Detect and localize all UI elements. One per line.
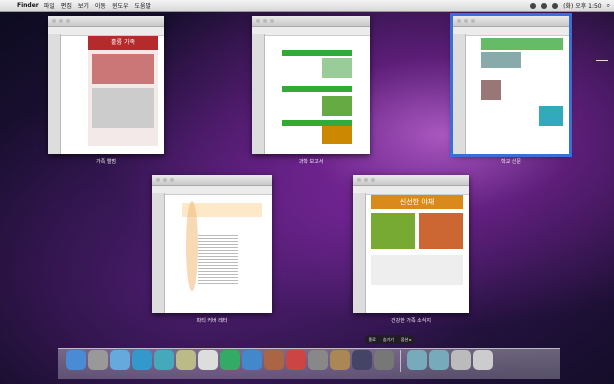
volume-icon[interactable] <box>541 2 548 9</box>
window-family-album[interactable]: 훌륭 가족 <box>48 16 164 154</box>
quit-button[interactable]: 종료 <box>368 337 375 343</box>
menu-item-view[interactable]: 보기 <box>78 1 89 10</box>
keynote-icon[interactable] <box>308 350 328 370</box>
window-health-newsletter[interactable]: 신선한 야채 <box>353 175 469 313</box>
apps-folder-icon[interactable] <box>407 350 427 370</box>
imovie-icon[interactable] <box>264 350 284 370</box>
sysprefs-icon[interactable] <box>374 350 394 370</box>
pointer-line <box>596 60 608 61</box>
menu-item-help[interactable]: 도움말 <box>135 1 152 10</box>
doc-title: 신선한 야채 <box>371 195 463 209</box>
window-label: 학교 신문 <box>501 159 521 165</box>
menu-item-file[interactable]: 파일 <box>44 1 55 10</box>
window-label: 과학 보고서 <box>298 159 324 165</box>
menu-item-window[interactable]: 윈도우 <box>112 1 129 10</box>
itunes-icon[interactable] <box>242 350 262 370</box>
menu-app-name[interactable]: Finder <box>17 2 39 9</box>
documents-folder-icon[interactable] <box>429 350 449 370</box>
menu-item-edit[interactable]: 편집 <box>61 1 72 10</box>
menu-item-go[interactable]: 이동 <box>95 1 106 10</box>
timemachine-icon[interactable] <box>352 350 372 370</box>
doc-title: 훌륭 가족 <box>88 36 158 50</box>
ical-icon[interactable] <box>198 350 218 370</box>
wifi-icon[interactable] <box>530 2 537 9</box>
window-label: 파티 커버 레터 <box>196 318 228 324</box>
window-label: 가족 앨범 <box>96 159 116 165</box>
options-button[interactable]: 옵션 ▸ <box>401 337 412 343</box>
document-stack-icon[interactable] <box>451 350 471 370</box>
safari-icon[interactable] <box>132 350 152 370</box>
menu-bar: Finder 파일 편집 보기 이동 윈도우 도움말 (화) 오후 1:50 ⌕ <box>0 0 614 12</box>
dock-icons <box>66 350 493 372</box>
window-school-newspaper[interactable] <box>450 13 572 157</box>
window-science-report[interactable] <box>252 16 370 154</box>
garageband-icon[interactable] <box>330 350 350 370</box>
hide-button[interactable]: 숨기기 <box>383 337 394 343</box>
ichat-icon[interactable] <box>154 350 174 370</box>
clock[interactable]: (화) 오후 1:50 <box>563 1 602 10</box>
pages-icon[interactable] <box>286 350 306 370</box>
photo-icon[interactable] <box>220 350 240 370</box>
finder-icon[interactable] <box>66 350 86 370</box>
address-book-icon[interactable] <box>176 350 196 370</box>
window-toolbar <box>48 16 164 27</box>
window-label: 건강한 가족 소식지 <box>391 318 431 324</box>
dashboard-icon[interactable] <box>88 350 108 370</box>
spotlight-icon[interactable]: ⌕ <box>607 2 610 10</box>
window-party-cover-letter[interactable] <box>152 175 272 313</box>
battery-icon[interactable] <box>552 2 559 9</box>
mail-icon[interactable] <box>110 350 130 370</box>
window-sidebar <box>48 34 61 154</box>
trash-icon[interactable] <box>473 350 493 370</box>
expose-button-bar: 종료 숨기기 옵션 ▸ <box>365 335 415 344</box>
